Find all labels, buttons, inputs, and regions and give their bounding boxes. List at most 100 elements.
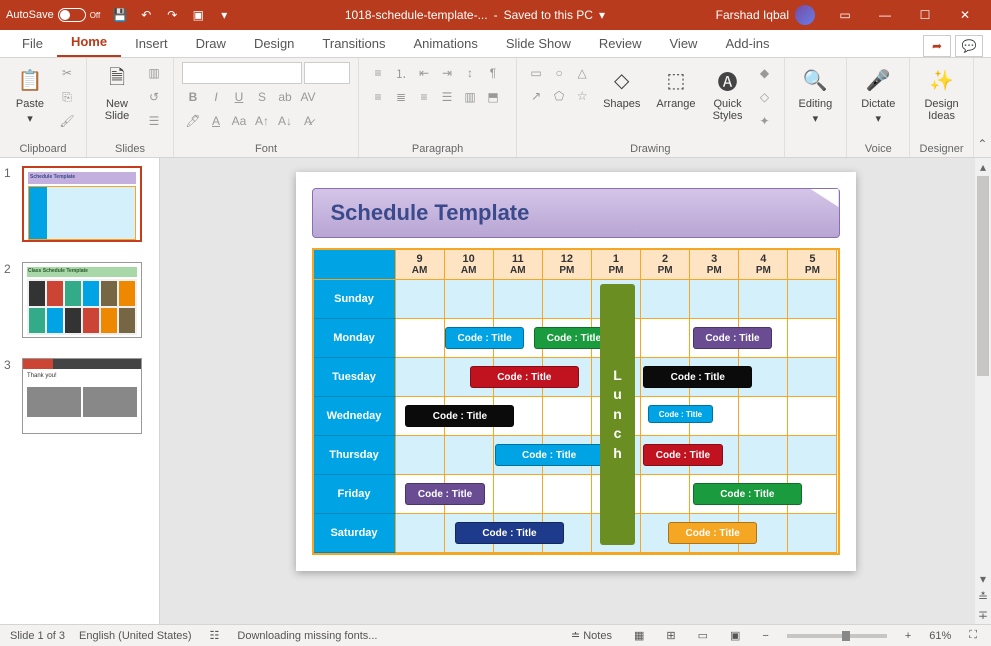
share-button[interactable]: ➦ — [923, 35, 951, 57]
line-spacing-icon[interactable]: ↕ — [459, 62, 481, 84]
font-color-icon[interactable]: A — [205, 110, 227, 132]
indent-decrease-icon[interactable]: ⇤ — [413, 62, 435, 84]
bullets-icon[interactable]: ≡ — [367, 62, 389, 84]
font-family-select[interactable] — [182, 62, 302, 84]
smartart-icon[interactable]: ⬒ — [482, 86, 504, 108]
schedule-cell[interactable] — [543, 397, 592, 436]
notes-button[interactable]: ≐ Notes — [567, 629, 616, 642]
close-icon[interactable]: ✕ — [945, 0, 985, 30]
copy-icon[interactable]: ⎘ — [56, 86, 78, 108]
accessibility-icon[interactable]: ☷ — [206, 629, 224, 642]
schedule-table[interactable]: 9AM 10AM 11AM 12PM 1PM 2PM 3PM 4PM 5PM S… — [312, 248, 840, 555]
code-title-box[interactable]: Code : Title — [405, 405, 514, 427]
language-status[interactable]: English (United States) — [79, 630, 192, 642]
qat-more-icon[interactable]: ▾ — [214, 5, 234, 25]
schedule-cell[interactable] — [396, 319, 445, 358]
bold-button[interactable]: B — [182, 86, 204, 108]
format-painter-icon[interactable]: 🖌 — [56, 110, 78, 132]
font-size-select[interactable] — [304, 62, 350, 84]
redo-icon[interactable]: ↷ — [162, 5, 182, 25]
schedule-cell[interactable] — [396, 436, 445, 475]
slideshow-view-icon[interactable]: ▣ — [726, 629, 744, 642]
align-center-icon[interactable]: ≣ — [390, 86, 412, 108]
schedule-cell[interactable] — [788, 280, 837, 319]
change-case-button[interactable]: Aa — [228, 110, 250, 132]
schedule-cell[interactable] — [690, 280, 739, 319]
prev-slide-icon[interactable]: ≛ — [975, 588, 991, 606]
code-title-box[interactable]: Code : Title — [445, 327, 524, 349]
save-icon[interactable]: 💾 — [110, 5, 130, 25]
schedule-cell[interactable] — [445, 436, 494, 475]
code-title-box[interactable]: Code : Title — [668, 522, 757, 544]
schedule-cell[interactable] — [396, 358, 445, 397]
layout-icon[interactable]: ▥ — [143, 62, 165, 84]
shape-outline-icon[interactable]: ◇ — [754, 86, 776, 108]
shapes-button[interactable]: ◇Shapes — [597, 62, 646, 112]
spacing-button[interactable]: AV — [297, 86, 319, 108]
minimize-icon[interactable]: ― — [865, 0, 905, 30]
paste-button[interactable]: 📋 Paste▾ — [8, 62, 52, 127]
chevron-down-icon[interactable]: ▾ — [599, 8, 605, 22]
code-title-box[interactable]: Code : Title — [648, 405, 712, 423]
fit-to-window-icon[interactable]: ⛶ — [965, 629, 981, 642]
highlight-icon[interactable]: 🖊 — [182, 110, 204, 132]
schedule-cell[interactable] — [739, 436, 788, 475]
align-left-icon[interactable]: ≡ — [367, 86, 389, 108]
scroll-thumb[interactable] — [977, 176, 989, 376]
shape-fill-icon[interactable]: ◆ — [754, 62, 776, 84]
ribbon-display-icon[interactable]: ▭ — [825, 0, 865, 30]
schedule-cell[interactable] — [494, 280, 543, 319]
strike-button[interactable]: S — [251, 86, 273, 108]
slide-sorter-icon[interactable]: ⊞ — [662, 629, 679, 642]
zoom-out-button[interactable]: − — [758, 630, 772, 642]
schedule-cell[interactable] — [788, 514, 837, 553]
start-from-beginning-icon[interactable]: ▣ — [188, 5, 208, 25]
indent-increase-icon[interactable]: ⇥ — [436, 62, 458, 84]
columns-icon[interactable]: ▥ — [459, 86, 481, 108]
tab-addins[interactable]: Add-ins — [711, 30, 783, 57]
design-ideas-button[interactable]: ✨Design Ideas — [918, 62, 964, 124]
next-slide-icon[interactable]: ∓ — [975, 606, 991, 624]
tab-review[interactable]: Review — [585, 30, 656, 57]
tab-transitions[interactable]: Transitions — [308, 30, 399, 57]
undo-icon[interactable]: ↶ — [136, 5, 156, 25]
shrink-font-button[interactable]: A↓ — [274, 110, 296, 132]
grow-font-button[interactable]: A↑ — [251, 110, 273, 132]
slide-thumbnail-1[interactable]: Schedule Template — [22, 166, 142, 242]
shadow-button[interactable]: ab — [274, 86, 296, 108]
code-title-box[interactable]: Code : Title — [693, 327, 772, 349]
tab-draw[interactable]: Draw — [182, 30, 240, 57]
user-account[interactable]: Farshad Iqbal — [716, 5, 815, 25]
zoom-in-button[interactable]: + — [901, 630, 915, 642]
code-title-box[interactable]: Code : Title — [693, 483, 802, 505]
editing-button[interactable]: 🔍Editing▾ — [793, 62, 839, 127]
schedule-cell[interactable] — [641, 319, 690, 358]
arrange-button[interactable]: ⬚Arrange — [650, 62, 701, 112]
slide-thumbnail-2[interactable]: Class Schedule Template — [22, 262, 142, 338]
tab-animations[interactable]: Animations — [400, 30, 492, 57]
schedule-cell[interactable] — [739, 397, 788, 436]
code-title-box[interactable]: Code : Title — [455, 522, 564, 544]
schedule-cell[interactable] — [543, 475, 592, 514]
maximize-icon[interactable]: ☐ — [905, 0, 945, 30]
new-slide-button[interactable]: 🗎 New Slide — [95, 62, 139, 124]
schedule-cell[interactable] — [641, 475, 690, 514]
scroll-down-icon[interactable]: ▾ — [975, 570, 991, 588]
tab-slideshow[interactable]: Slide Show — [492, 30, 585, 57]
zoom-level[interactable]: 61% — [929, 630, 951, 642]
vertical-scrollbar[interactable]: ▴ ▾ ≛ ∓ — [975, 158, 991, 624]
tab-insert[interactable]: Insert — [121, 30, 182, 57]
reset-icon[interactable]: ↺ — [143, 86, 165, 108]
slide-editor[interactable]: Schedule Template 9AM 10AM 11AM 12PM 1PM… — [160, 158, 991, 624]
tab-file[interactable]: File — [8, 30, 57, 57]
underline-button[interactable]: U — [228, 86, 250, 108]
normal-view-icon[interactable]: ▦ — [630, 629, 648, 642]
tab-view[interactable]: View — [656, 30, 712, 57]
text-direction-icon[interactable]: ¶ — [482, 62, 504, 84]
italic-button[interactable]: I — [205, 86, 227, 108]
align-right-icon[interactable]: ≡ — [413, 86, 435, 108]
quick-styles-button[interactable]: 🅐Quick Styles — [706, 62, 750, 124]
tab-home[interactable]: Home — [57, 28, 121, 57]
schedule-cell[interactable] — [396, 514, 445, 553]
shape-gallery[interactable]: ▭○△ ↗⬠☆ — [525, 62, 593, 107]
